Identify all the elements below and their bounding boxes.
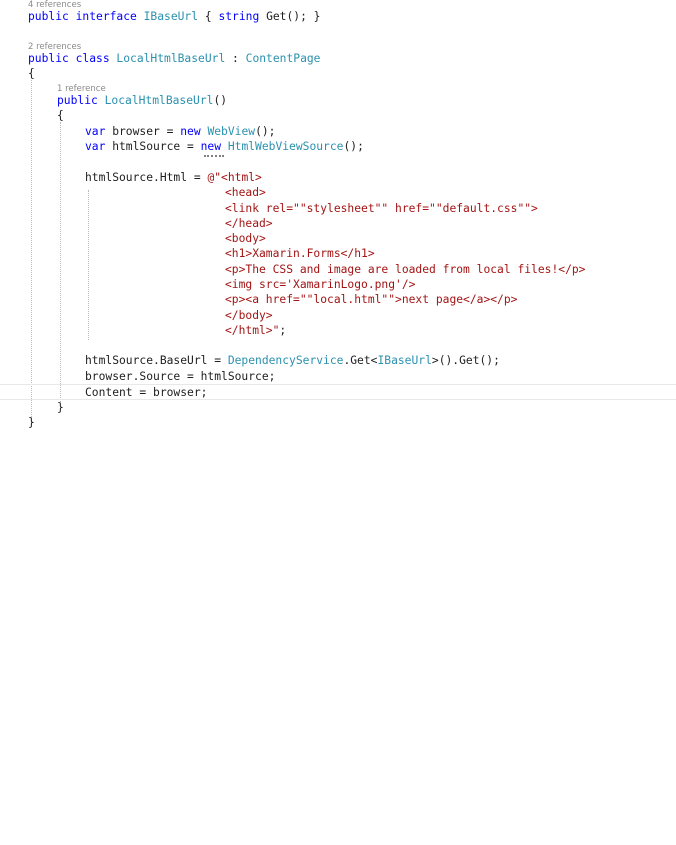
token-type: HtmlWebViewSource	[227, 140, 344, 153]
token-type: LocalHtmlBaseUrl	[116, 52, 226, 65]
code-line-baseurl-assignment[interactable]: htmlSource.BaseUrl = DependencyService.G…	[85, 353, 500, 368]
code-line-string[interactable]: </body>	[225, 308, 273, 323]
code-line-string[interactable]: <body>	[225, 231, 266, 246]
token-text: ;	[279, 324, 287, 337]
token-type: LocalHtmlBaseUrl	[104, 94, 214, 107]
token-text: htmlSource.BaseUrl =	[85, 354, 228, 367]
token-text: htmlSource =	[105, 140, 201, 153]
indent-guide	[88, 190, 89, 340]
indent-guide	[60, 122, 61, 402]
token-string: @"<html>	[207, 171, 262, 184]
token-keyword: new	[180, 125, 201, 138]
token-text: htmlSource.Html =	[85, 171, 208, 184]
token-keyword: new	[200, 140, 222, 153]
token-text: .Get<	[343, 354, 378, 367]
token-keyword: string	[218, 10, 260, 23]
token-keyword: public class	[28, 52, 117, 65]
code-line-htmlsource-declaration[interactable]: var htmlSource = new HtmlWebViewSource()…	[85, 139, 364, 154]
token-text: ()	[213, 94, 228, 107]
token-text: >().Get();	[431, 354, 500, 367]
suggestion-squiggle	[204, 153, 224, 157]
token-type: IBaseUrl	[143, 10, 199, 23]
code-line-string[interactable]: <p>The CSS and image are loaded from loc…	[225, 262, 585, 277]
token-type: DependencyService	[227, 354, 344, 367]
code-line-string[interactable]: <h1>Xamarin.Forms</h1>	[225, 246, 375, 261]
token-string: </html>"	[225, 324, 280, 337]
token-text: {	[198, 10, 219, 23]
code-line-content-assignment[interactable]: Content = browser;	[85, 385, 207, 400]
indent-guide	[31, 80, 32, 425]
code-line-open-brace[interactable]: {	[28, 66, 35, 81]
code-line-open-brace[interactable]: {	[57, 108, 64, 123]
code-line-html-assignment[interactable]: htmlSource.Html = @"<html>	[85, 170, 262, 185]
token-type: IBaseUrl	[377, 354, 432, 367]
code-line-interface[interactable]: public interface IBaseUrl { string Get()…	[28, 9, 320, 24]
code-line-string[interactable]: </head>	[225, 216, 273, 231]
token-keyword: var	[85, 140, 106, 153]
token-text: ();	[255, 125, 276, 138]
token-text: Get(); }	[259, 10, 321, 23]
token-text: :	[225, 52, 246, 65]
token-keyword: public	[57, 94, 105, 107]
token-type: ContentPage	[245, 52, 321, 65]
code-line-close-brace[interactable]: }	[28, 415, 35, 430]
code-line-string[interactable]: <p><a href=""local.html"">next page</a><…	[225, 292, 517, 307]
code-editor[interactable]: 4 references 2 references 1 reference pu…	[0, 0, 676, 436]
code-line-class[interactable]: public class LocalHtmlBaseUrl : ContentP…	[28, 51, 320, 66]
token-type: WebView	[207, 125, 256, 138]
code-line-string-end[interactable]: </html>";	[225, 323, 286, 338]
code-line-string[interactable]: <img src='XamarinLogo.png'/>	[225, 277, 415, 292]
token-keyword: var	[85, 125, 106, 138]
token-text: browser =	[105, 125, 181, 138]
token-text: ();	[343, 140, 364, 153]
code-line-source-assignment[interactable]: browser.Source = htmlSource;	[85, 369, 275, 384]
token-keyword: public interface	[28, 10, 144, 23]
code-line-close-brace[interactable]: }	[57, 400, 64, 415]
code-line-string[interactable]: <link rel=""stylesheet"" href=""default.…	[225, 201, 538, 216]
code-line-constructor[interactable]: public LocalHtmlBaseUrl()	[57, 93, 227, 108]
code-line-string[interactable]: <head>	[225, 185, 266, 200]
code-line-browser-declaration[interactable]: var browser = new WebView();	[85, 124, 275, 139]
